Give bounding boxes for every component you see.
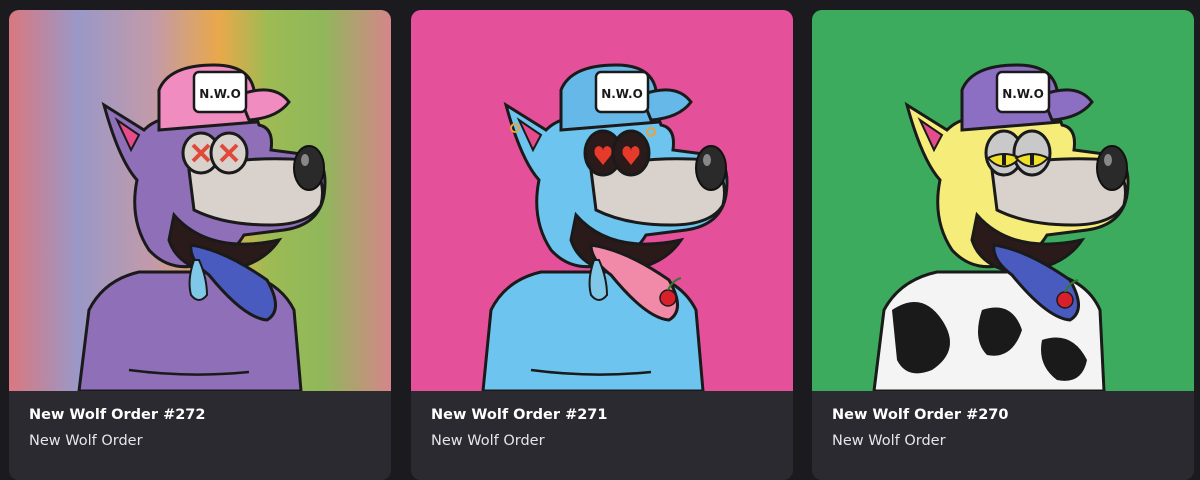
nft-image[interactable]: N.W.O	[411, 10, 793, 391]
nft-title[interactable]: New Wolf Order #271	[431, 407, 608, 423]
wolf-artwork: N.W.O	[411, 10, 793, 391]
wolf-artwork: N.W.O	[9, 10, 391, 391]
collection-name[interactable]: New Wolf Order	[832, 433, 946, 449]
nft-card-271[interactable]: N.W.O New Wolf Order #271 New Wolf Order	[411, 10, 793, 480]
nft-image[interactable]: N.W.O	[9, 10, 391, 391]
collection-name[interactable]: New Wolf Order	[29, 433, 143, 449]
nft-card-272[interactable]: N.W.O New Wolf Order #272 New Wolf Order	[9, 10, 391, 480]
nft-card-270[interactable]: N.W.O New Wolf Order #270 New Wolf Order	[812, 10, 1194, 480]
nft-title[interactable]: New Wolf Order #272	[29, 407, 206, 423]
card-info: New Wolf Order #271 New Wolf Order	[411, 391, 793, 480]
nft-image[interactable]: N.W.O	[812, 10, 1194, 391]
svg-text:N.W.O: N.W.O	[1002, 87, 1044, 101]
card-info: New Wolf Order #270 New Wolf Order	[812, 391, 1194, 480]
svg-text:N.W.O: N.W.O	[601, 87, 643, 101]
wolf-artwork: N.W.O	[812, 10, 1194, 391]
collection-name[interactable]: New Wolf Order	[431, 433, 545, 449]
nft-grid: N.W.O New Wolf Order #272 New Wolf Order	[0, 0, 1200, 480]
svg-text:N.W.O: N.W.O	[199, 87, 241, 101]
card-info: New Wolf Order #272 New Wolf Order	[9, 391, 391, 480]
nft-title[interactable]: New Wolf Order #270	[832, 407, 1009, 423]
